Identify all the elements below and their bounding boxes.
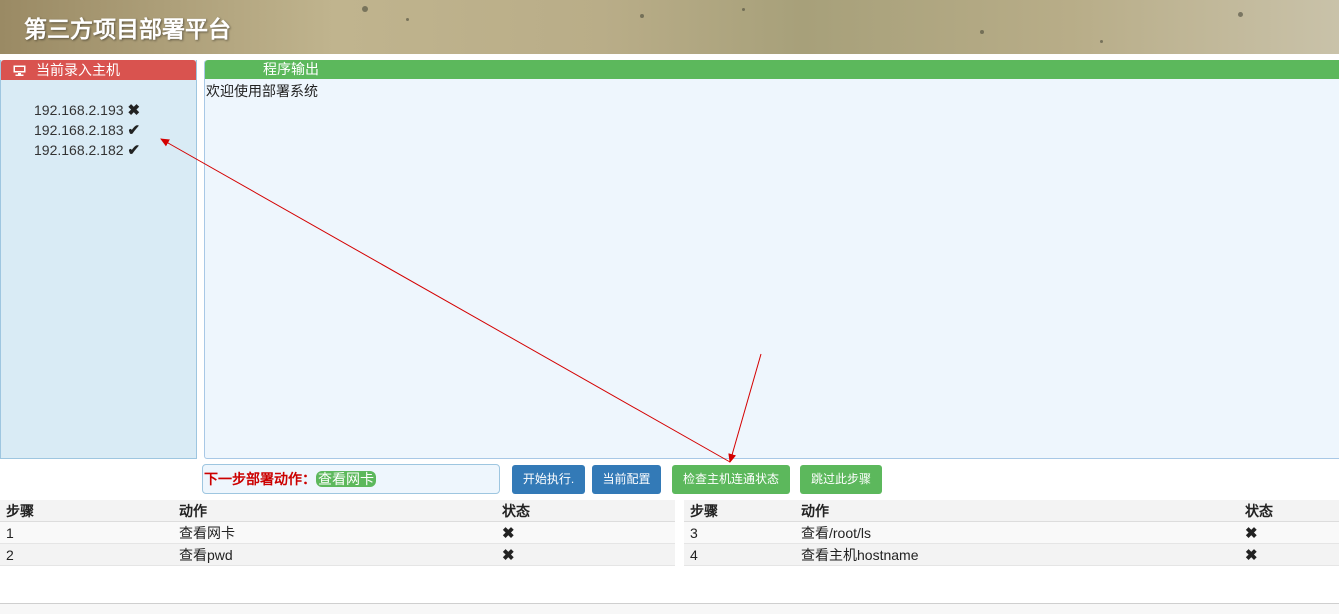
app-title: 第三方项目部署平台 [24,16,231,43]
step-action: 查看/root/ls [795,521,1239,544]
step-action: 查看pwd [173,543,496,566]
column-header-action: 动作 [173,500,496,522]
next-step-value: 查看网卡 [316,471,376,487]
hosts-panel: 当前录入主机 192.168.2.193 ✖ 192.168.2.183 ✔ 192… [0,60,197,459]
fail-icon: ✖ [496,543,675,566]
check-icon: ✔ [127,122,141,139]
fail-icon: ✖ [127,102,141,119]
host-list: 192.168.2.193 ✖ 192.168.2.183 ✔ 192.168.2.… [1,80,196,160]
step-number: 3 [684,521,795,544]
header-banner: 第三方项目部署平台 [0,0,1339,54]
output-text: 欢迎使用部署系统 [206,83,318,99]
output-panel: 程序输出 欢迎使用部署系统 [204,60,1339,459]
column-header-status: 状态 [1239,500,1339,522]
desktop-icon [13,61,26,76]
output-panel-header: 程序输出 [205,60,1339,79]
host-ip: 192.168.2.193 [34,102,124,118]
hosts-panel-title: 当前录入主机 [36,62,120,78]
step-number: 2 [0,543,173,566]
step-number: 4 [684,543,795,566]
step-number: 1 [0,521,173,544]
column-header-step: 步骤 [0,500,173,522]
table-header-row: 步骤 动作 状态 [684,500,1339,522]
table-row: 3 查看/root/ls ✖ [684,521,1339,544]
next-step-label: 下一步部署动作： [204,471,316,487]
check-connectivity-button[interactable]: 检查主机连通状态 [672,465,790,494]
skip-step-button[interactable]: 跳过此步骤 [800,465,882,494]
table-header-row: 步骤 动作 状态 [0,500,675,522]
host-ip: 192.168.2.183 [34,122,124,138]
fail-icon: ✖ [1239,521,1339,544]
host-item[interactable]: 192.168.2.193 ✖ [34,100,196,120]
fail-icon: ✖ [1239,543,1339,566]
column-header-step: 步骤 [684,500,795,522]
start-button[interactable]: 开始执行. [512,465,585,494]
table-row: 2 查看pwd ✖ [0,543,675,566]
column-header-status: 状态 [496,500,675,522]
steps-table-left: 步骤 动作 状态 1 查看网卡 ✖ 2 查看pwd ✖ [0,500,675,566]
config-button[interactable]: 当前配置 [592,465,661,494]
fail-icon: ✖ [496,521,675,544]
column-header-action: 动作 [795,500,1239,522]
step-action: 查看网卡 [173,521,496,544]
hosts-panel-header: 当前录入主机 [1,60,196,80]
table-row: 4 查看主机hostname ✖ [684,543,1339,566]
steps-table-right: 步骤 动作 状态 3 查看/root/ls ✖ 4 查看主机hostname ✖ [684,500,1339,566]
check-icon: ✔ [127,142,141,159]
table-row: 1 查看网卡 ✖ [0,521,675,544]
host-item[interactable]: 192.168.2.183 ✔ [34,120,196,140]
host-item[interactable]: 192.168.2.182 ✔ [34,140,196,160]
host-ip: 192.168.2.182 [34,142,124,158]
browser-status-bar [0,603,1339,614]
next-step-box: 下一步部署动作： 查看网卡 [202,464,500,494]
step-action: 查看主机hostname [795,543,1239,566]
